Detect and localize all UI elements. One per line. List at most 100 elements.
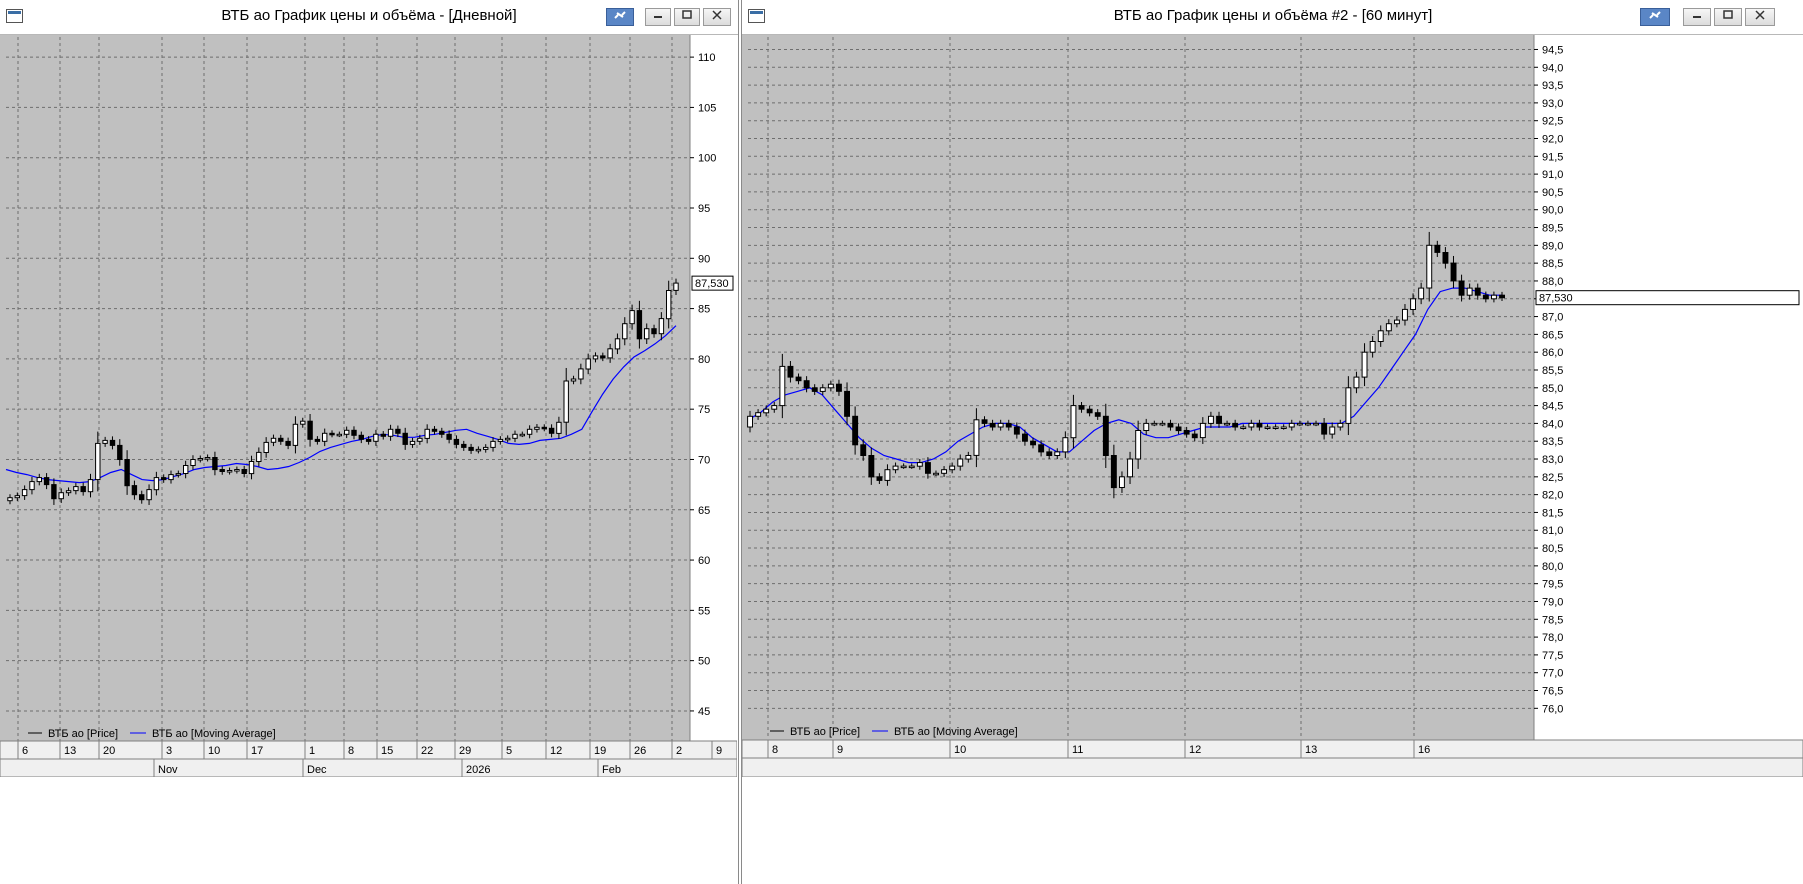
date-tick-label: 12	[1189, 744, 1201, 756]
y-tick-label: 45	[698, 706, 710, 718]
y-tick-label: 91,5	[1542, 151, 1563, 163]
y-tick-label: 75	[698, 404, 710, 416]
date-tick-label: 15	[381, 745, 393, 757]
candle-body	[124, 459, 130, 487]
date-tick-label: 9	[716, 745, 722, 757]
candle-body	[916, 462, 923, 467]
candle-body	[1062, 437, 1069, 453]
y-tick-label: 90,5	[1542, 187, 1563, 199]
y-tick-label: 89,5	[1542, 223, 1563, 235]
price-axis-area	[690, 35, 737, 741]
legend-ma-label: ВТБ ао [Moving Average]	[894, 726, 1018, 738]
candle-body	[117, 444, 123, 460]
candle-body	[344, 429, 350, 435]
candle-body	[1119, 476, 1125, 488]
y-tick-label: 82,0	[1542, 490, 1563, 502]
candle-body	[1191, 433, 1198, 439]
daily-price-chart[interactable]: 110105100959085807570656055504587,530ВТБ…	[0, 35, 737, 884]
candle-body	[771, 405, 778, 410]
close-icon	[712, 10, 722, 20]
candle-body	[336, 433, 343, 437]
candle-body	[219, 469, 225, 472]
candle-body	[248, 461, 255, 475]
y-tick-label: 81,5	[1542, 507, 1563, 519]
candle-body	[1426, 244, 1433, 289]
candle-body	[1232, 422, 1239, 428]
close-button[interactable]	[703, 8, 731, 26]
y-tick-label: 84,0	[1542, 418, 1563, 430]
candle-body	[644, 328, 650, 340]
candle-body	[175, 473, 182, 476]
candle-body	[629, 310, 635, 325]
candle-body	[1264, 426, 1271, 429]
candle-body	[563, 380, 569, 423]
candle-body	[607, 348, 613, 359]
close-button[interactable]	[1745, 8, 1775, 26]
date-tick-label: 5	[506, 745, 512, 757]
candle-body	[1159, 422, 1166, 426]
candle-body	[43, 477, 50, 486]
candle-body	[490, 440, 496, 448]
candle-body	[1313, 422, 1319, 426]
candle-body	[87, 479, 94, 493]
candle-body	[168, 474, 174, 481]
y-tick-label: 91,0	[1542, 169, 1563, 181]
hourly-price-chart[interactable]: 94,5 94,0 93,5 93,0 92,5 92,0 91,5 91,0 90,5 90,0…	[742, 35, 1803, 884]
candle-body	[102, 439, 108, 444]
restore-button[interactable]	[1714, 8, 1742, 26]
candle-body	[431, 428, 438, 432]
y-tick-label: 85,5	[1542, 365, 1563, 377]
candle-body	[292, 423, 299, 446]
candle-body	[1167, 422, 1174, 428]
date-tick-label: 8	[772, 744, 778, 756]
restore-button[interactable]	[674, 8, 700, 26]
y-tick-label: 105	[698, 102, 716, 114]
candle-body	[475, 448, 482, 452]
candle-body	[1280, 426, 1287, 429]
candle-body	[95, 442, 101, 481]
candle-body	[329, 432, 335, 436]
candle-body	[811, 387, 818, 392]
candle-body	[226, 470, 233, 473]
y-tick-label: 80,0	[1542, 561, 1563, 573]
candle-body	[73, 486, 79, 492]
link-button[interactable]	[606, 8, 634, 26]
date-tick-label: 16	[1418, 744, 1430, 756]
candle-body	[51, 484, 57, 500]
candle-body	[1022, 433, 1028, 442]
candle-body	[424, 428, 430, 439]
link-icon	[1649, 11, 1661, 19]
candle-body	[957, 458, 964, 467]
y-tick-label: 92,5	[1542, 116, 1563, 128]
candle-body	[755, 412, 762, 417]
y-tick-label: 80,5	[1542, 543, 1563, 555]
candle-body	[512, 433, 518, 439]
y-tick-label: 77,0	[1542, 668, 1563, 680]
candle-body	[1442, 252, 1449, 264]
y-tick-label: 95	[698, 203, 710, 215]
candle-body	[1491, 294, 1497, 300]
candle-body	[570, 378, 577, 382]
candle-body	[29, 481, 35, 491]
link-button[interactable]	[1640, 8, 1670, 26]
minimize-button[interactable]	[1683, 8, 1711, 26]
date-tick-label: 29	[459, 745, 471, 757]
candle-body	[256, 451, 262, 462]
y-tick-label: 78,0	[1542, 632, 1563, 644]
candle-body	[1385, 323, 1392, 332]
date-tick-label: 9	[837, 744, 843, 756]
candle-body	[146, 489, 152, 501]
y-tick-label: 83,0	[1542, 454, 1563, 466]
candle-body	[1013, 426, 1020, 435]
candle-body	[1208, 415, 1214, 424]
y-tick-label: 86,5	[1542, 329, 1563, 341]
y-tick-label: 94,0	[1542, 62, 1563, 74]
daily-chart-window: ВТБ ао График цены и объёма - [Дневной] …	[0, 0, 739, 884]
candle-body	[622, 323, 628, 340]
candle-body	[534, 426, 540, 430]
candle-body	[578, 368, 584, 380]
candle-body	[1345, 387, 1352, 424]
minimize-button[interactable]	[645, 8, 671, 26]
y-tick-label: 83,5	[1542, 436, 1563, 448]
y-tick-label: 77,5	[1542, 650, 1563, 662]
